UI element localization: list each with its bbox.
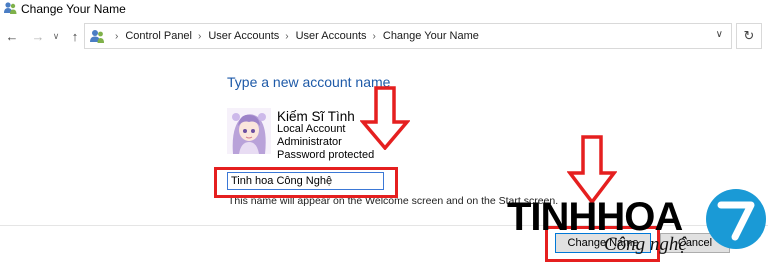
chevron-down-icon[interactable]: ∨ bbox=[50, 27, 62, 45]
password-status: Password protected bbox=[277, 149, 375, 161]
annotation-arrow-down-icon bbox=[567, 135, 617, 204]
chevron-right-icon[interactable]: › bbox=[285, 31, 288, 42]
chevron-down-icon[interactable]: ∨ bbox=[716, 29, 723, 40]
breadcrumb-item-user-accounts-2[interactable]: User Accounts bbox=[296, 30, 367, 42]
refresh-icon: ↻ bbox=[743, 28, 755, 43]
watermark-brand: TINHHOA bbox=[507, 195, 683, 239]
breadcrumb: › Control Panel › User Accounts › User A… bbox=[109, 30, 479, 42]
navigation-bar: ← → ∨ ↑ › Control Panel › User Accounts … bbox=[0, 22, 768, 52]
chevron-right-icon: › bbox=[115, 30, 119, 42]
arrow-left-icon[interactable]: ← bbox=[3, 27, 21, 45]
breadcrumb-item-change-your-name[interactable]: Change Your Name bbox=[383, 30, 479, 42]
window-title: Change Your Name bbox=[21, 2, 126, 16]
account-type: Local Account bbox=[277, 123, 346, 135]
title-bar: Change Your Name bbox=[0, 0, 768, 18]
chevron-right-icon[interactable]: › bbox=[198, 31, 201, 42]
account-role: Administrator bbox=[277, 136, 342, 148]
annotation-box-input bbox=[214, 167, 398, 198]
user-display-name: Kiếm Sĩ Tình bbox=[277, 109, 355, 124]
users-icon bbox=[4, 2, 17, 14]
user-avatar bbox=[227, 108, 271, 154]
control-panel-users-icon bbox=[90, 30, 104, 43]
breadcrumb-item-control-panel[interactable]: Control Panel bbox=[125, 30, 192, 42]
address-bar[interactable]: › Control Panel › User Accounts › User A… bbox=[84, 23, 732, 49]
annotation-arrow-down-icon bbox=[360, 86, 410, 150]
watermark-badge-icon bbox=[706, 189, 766, 249]
chevron-right-icon[interactable]: › bbox=[373, 31, 376, 42]
arrow-up-icon[interactable]: ↑ bbox=[66, 27, 84, 45]
arrow-right-icon[interactable]: → bbox=[29, 27, 47, 45]
breadcrumb-item-user-accounts[interactable]: User Accounts bbox=[208, 30, 279, 42]
watermark-tagline: Công nghệ bbox=[604, 234, 687, 255]
refresh-button[interactable]: ↻ bbox=[736, 23, 762, 49]
